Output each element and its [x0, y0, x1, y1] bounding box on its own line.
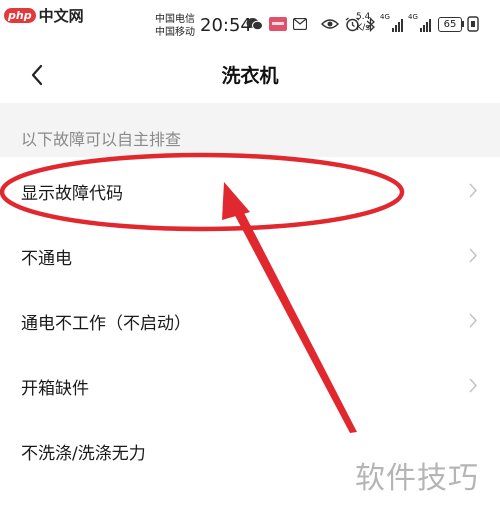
list-item-missing-parts[interactable]: 开箱缺件	[0, 352, 500, 417]
status-bar: php 中文网 中国电信 中国移动 20:54 5.4 K/s 4G 4G 65	[0, 0, 500, 46]
chevron-right-icon	[469, 248, 477, 263]
chevron-right-icon	[469, 313, 477, 328]
list-item-not-starting[interactable]: 通电不工作（不启动）	[0, 287, 500, 352]
eye-icon	[321, 18, 339, 30]
wechat-icon	[246, 17, 263, 31]
carrier-1: 中国电信	[155, 14, 195, 25]
fault-list: 显示故障代码 不通电 通电不工作（不启动） 开箱缺件 不洗涤/洗涤无力	[0, 157, 500, 482]
signal-1-icon: 4G	[380, 13, 403, 32]
signal-2-icon: 4G	[408, 13, 431, 32]
section-header: 以下故障可以自主排查	[0, 103, 500, 157]
list-item-label: 显示故障代码	[21, 184, 123, 204]
list-item-label: 开箱缺件	[21, 379, 89, 399]
list-item-label: 不洗涤/洗涤无力	[21, 444, 146, 464]
network-speed: 5.4 K/s	[356, 12, 370, 34]
screen-record-icon	[467, 16, 479, 36]
network-speed-value: 5.4	[356, 12, 371, 22]
watermark-footer: 软件技巧	[355, 461, 479, 496]
chevron-right-icon	[469, 183, 477, 198]
app-header: 洗衣机	[0, 46, 500, 103]
chevron-right-icon	[469, 378, 477, 393]
message-icon	[293, 18, 307, 30]
section-title: 以下故障可以自主排查	[21, 130, 182, 149]
battery-level: 65	[438, 17, 462, 32]
list-item-label: 通电不工作（不启动）	[21, 314, 191, 334]
app-notification-icon	[269, 17, 287, 31]
network-speed-unit: K/s	[356, 23, 370, 33]
carrier-2: 中国移动	[155, 27, 195, 38]
clock: 20:54	[200, 15, 252, 36]
signal-2-tag: 4G	[408, 13, 418, 21]
watermark-badge: php	[4, 7, 36, 23]
list-item-no-power[interactable]: 不通电	[0, 222, 500, 287]
carrier-info: 中国电信 中国移动	[155, 13, 195, 39]
list-item-label: 不通电	[21, 249, 72, 269]
signal-1-tag: 4G	[380, 13, 390, 21]
battery-tip	[462, 21, 464, 27]
list-item-error-code[interactable]: 显示故障代码	[0, 157, 500, 222]
watermark-text: 中文网	[38, 6, 84, 25]
watermark-logo: php 中文网	[4, 4, 84, 26]
page-title: 洗衣机	[221, 65, 279, 87]
